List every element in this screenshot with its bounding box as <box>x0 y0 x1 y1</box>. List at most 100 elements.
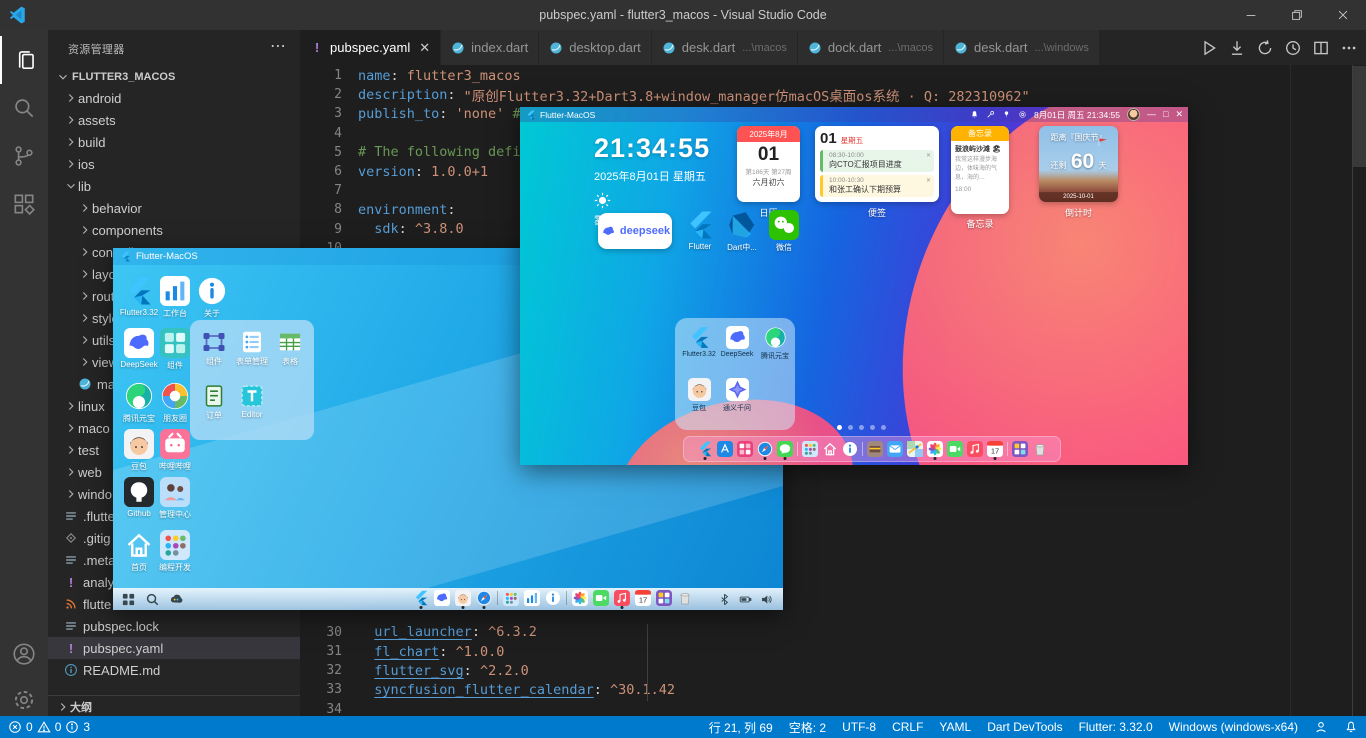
code-line-6[interactable]: 6 version: 1.0.0+1 <box>300 162 488 181</box>
activity-explorer[interactable] <box>0 36 50 84</box>
dock-devgrid-icon[interactable] <box>503 590 519 606</box>
feedback-icon[interactable] <box>1314 720 1328 734</box>
dock-facetime-icon[interactable] <box>593 590 609 606</box>
volume-icon[interactable] <box>760 593 773 606</box>
dock-whaleSq-icon[interactable] <box>434 590 450 606</box>
maximize-button[interactable]: □ <box>1163 110 1168 119</box>
panel-app-通义千问[interactable]: 通义千问 <box>719 378 755 413</box>
tree-item-pubspec-lock[interactable]: pubspec.lock <box>48 615 316 637</box>
folder-app-组件[interactable]: 组件 <box>196 330 232 367</box>
folder-app-editor[interactable]: Editor <box>234 384 270 419</box>
dock-messages-icon[interactable] <box>776 441 793 460</box>
dock-photos-icon[interactable] <box>572 590 588 606</box>
code-line-2[interactable]: 2 description: "原创Flutter3.32+Dart3.8+win… <box>300 85 1029 105</box>
dock-mail-icon[interactable] <box>886 441 903 457</box>
notifications-bell-icon[interactable] <box>1344 720 1358 734</box>
tab-close-icon[interactable]: ✕ <box>419 40 430 56</box>
activity-search[interactable] <box>0 84 48 132</box>
page-dot-active[interactable] <box>837 425 842 430</box>
activity-source-control[interactable] <box>0 132 48 180</box>
more-actions-icon[interactable] <box>1340 39 1358 57</box>
pin-icon[interactable] <box>1002 110 1011 119</box>
explorer-more-actions[interactable]: ⋯ <box>270 36 286 56</box>
minimize-button[interactable]: — <box>1147 110 1156 119</box>
app-icon-关于[interactable]: 关于 <box>190 276 234 319</box>
flutter-macos-window-b[interactable]: Flutter-MacOS 8月01日 周五 21:34:55 — □ ✕ 21… <box>520 107 1188 465</box>
tree-item-components[interactable]: components <box>48 219 330 241</box>
tree-item-android[interactable]: android <box>48 87 316 109</box>
dock-music-icon[interactable] <box>966 441 983 457</box>
close-button[interactable]: ✕ <box>1175 110 1183 119</box>
code-line-5[interactable]: 5 # The following defin <box>300 143 529 162</box>
memo-widget[interactable]: 备忘录 鼓浪屿沙滩 🏖 我常这样漫步海边，体味海的气息，海的… 18:00 <box>951 126 1009 214</box>
tree-item-pubspec-yaml[interactable]: ! pubspec.yaml <box>48 637 316 659</box>
code-line-3[interactable]: 3 publish_to: 'none' # <box>300 104 529 123</box>
folder-app-表格[interactable]: 表格 <box>272 330 308 367</box>
bell-icon[interactable] <box>970 110 979 119</box>
history-icon[interactable] <box>1284 39 1302 57</box>
deepseek-shortcut[interactable]: deepseek <box>598 213 672 249</box>
code-line-32[interactable]: 32 flutter_svg: ^2.2.0 <box>300 661 528 680</box>
tree-item-ios[interactable]: ios <box>48 153 316 175</box>
tab-desktop-dart[interactable]: desktop.dart <box>539 30 652 65</box>
code-line-9[interactable]: 9 sdk: ^3.8.0 <box>300 220 464 239</box>
code-line-1[interactable]: 1 name: flutter3_macos <box>300 66 520 85</box>
dock-safari-icon[interactable] <box>476 590 492 609</box>
app-icon-微信[interactable]: 微信 <box>764 210 804 253</box>
page-dot[interactable] <box>859 425 864 430</box>
pagination-dots[interactable] <box>837 425 886 430</box>
app-icon-flutter[interactable]: Flutter <box>680 210 720 251</box>
dock-wallet-icon[interactable] <box>866 441 883 457</box>
code-line-4[interactable]: 4 <box>300 124 358 143</box>
code-line-31[interactable]: 31 fl_chart: ^1.0.0 <box>300 642 504 661</box>
run-icon[interactable] <box>1200 39 1218 57</box>
tab-dock-dart-macos[interactable]: dock.dart ...\macos <box>797 30 944 65</box>
activity-extensions[interactable] <box>0 180 48 228</box>
launchpad-icon[interactable] <box>121 592 136 607</box>
tab-desk-dart-windows[interactable]: desk.dart ...\windows <box>943 30 1100 65</box>
dock-homeW-icon[interactable] <box>822 441 838 457</box>
panel-app-豆包[interactable]: 豆包 <box>681 378 717 413</box>
scrollbar-thumb[interactable] <box>1353 66 1366 167</box>
cursor-position[interactable]: 行 21, 列 69 <box>709 719 773 736</box>
tree-item-lib[interactable]: lib <box>48 175 316 197</box>
folder-panel[interactable]: 组件 表单管理 表格 订单 Editor <box>190 320 314 440</box>
sync-icon[interactable] <box>1256 39 1274 57</box>
language-mode[interactable]: YAML <box>939 720 971 734</box>
notes-widget[interactable]: 01 星期五 08:30-10:00 向CTO汇报项目进度 ✕ 10:00-10:30… <box>815 126 939 202</box>
split-editor-icon[interactable] <box>1312 39 1330 57</box>
dock-appstore-icon[interactable] <box>716 441 733 457</box>
dock-trash-icon[interactable] <box>1032 441 1048 457</box>
target-platform[interactable]: Windows (windows-x64) <box>1169 720 1298 734</box>
encoding[interactable]: UTF-8 <box>842 720 876 734</box>
page-dot[interactable] <box>881 425 886 430</box>
panel-app-deepseek[interactable]: DeepSeek <box>719 326 755 358</box>
window-b-menubar[interactable]: Flutter-MacOS 8月01日 周五 21:34:55 — □ ✕ <box>520 107 1188 122</box>
battery-icon[interactable] <box>739 593 752 606</box>
note-entry[interactable]: 08:30-10:00 向CTO汇报项目进度 ✕ <box>820 150 934 172</box>
app-icon-编程开发[interactable]: 编程开发 <box>153 530 197 573</box>
dart-devtools[interactable]: Dart DevTools <box>987 720 1062 734</box>
run-below-icon[interactable] <box>1228 39 1246 57</box>
problems-indicator[interactable]: 0 0 3 <box>8 720 90 734</box>
close-icon[interactable]: ✕ <box>926 152 931 159</box>
dock-tilesPink-icon[interactable] <box>736 441 753 457</box>
restore-button[interactable] <box>1274 0 1320 30</box>
code-line-30[interactable]: 30 url_launcher: ^6.3.2 <box>300 623 537 642</box>
countdown-widget[interactable]: 距离『国庆节』 还剩 60 天 2025-10-01 <box>1039 126 1118 202</box>
page-dot[interactable] <box>870 425 875 430</box>
panel-app-腾讯元宝[interactable]: 腾讯元宝 <box>757 326 793 361</box>
dock-bars-icon[interactable] <box>524 590 540 606</box>
code-line-7[interactable]: 7 <box>300 181 358 200</box>
code-line-33[interactable]: 33 syncfusion_flutter_calendar: ^30.1.42 <box>300 680 675 699</box>
dock-calendar-icon[interactable]: 17 <box>635 590 651 606</box>
flutter-version[interactable]: Flutter: 3.32.0 <box>1079 720 1153 734</box>
app-icon-dart中[interactable]: Dart中... <box>722 210 762 253</box>
page-dot[interactable] <box>848 425 853 430</box>
dock-flutter-icon[interactable] <box>697 441 713 460</box>
app-panel[interactable]: Flutter3.32 DeepSeek 腾讯元宝 豆包 通义千问 <box>675 318 795 430</box>
dock-safari-icon[interactable] <box>757 441 773 460</box>
close-icon[interactable]: ✕ <box>926 177 931 184</box>
dock-infoCircle-icon[interactable] <box>545 590 561 606</box>
tab-pubspec-yaml[interactable]: ! pubspec.yaml ✕ <box>300 30 442 65</box>
